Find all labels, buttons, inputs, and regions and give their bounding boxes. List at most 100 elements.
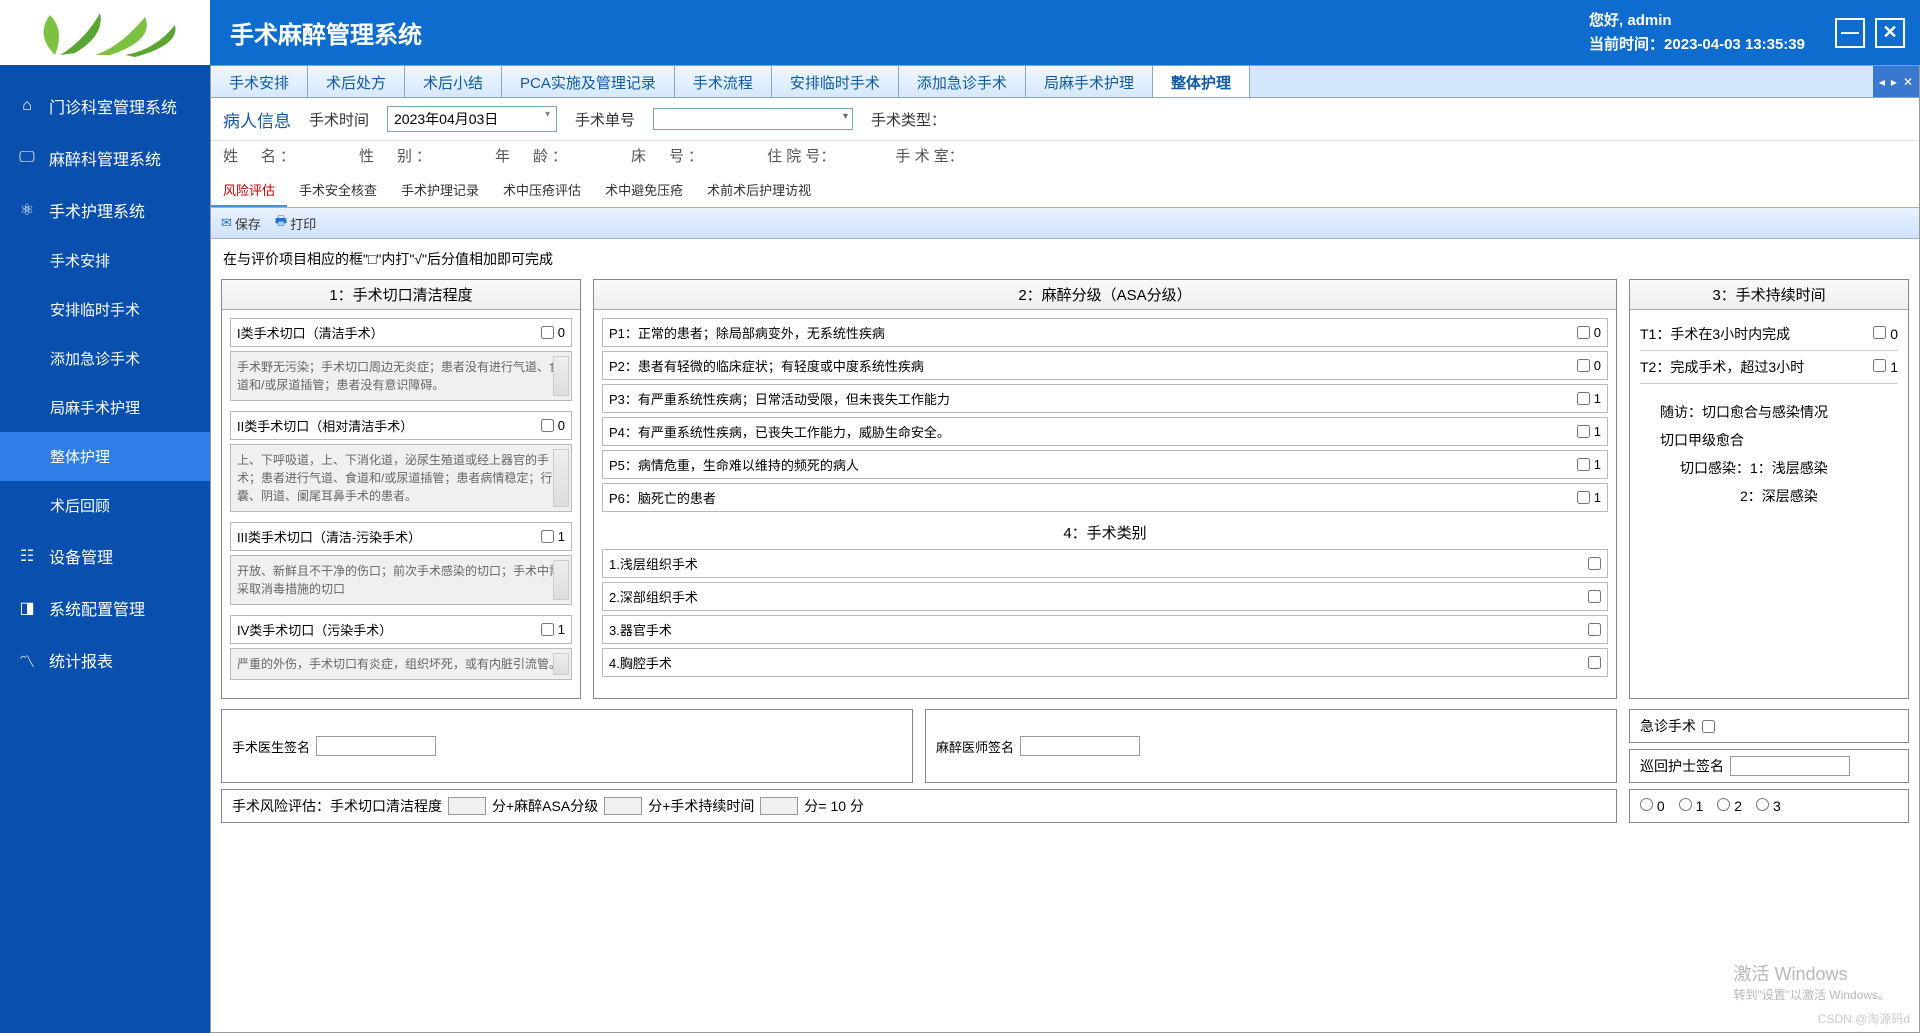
subtab-avoid[interactable]: 术中避免压疮: [593, 174, 695, 207]
subtab-risk[interactable]: 风险评估: [211, 174, 287, 207]
item-check[interactable]: [541, 419, 554, 432]
radio-2[interactable]: 2: [1717, 798, 1742, 814]
sidebar-sub-arrange[interactable]: 手术安排: [0, 236, 210, 285]
item-check[interactable]: [1588, 590, 1601, 603]
header-info: 您好, admin 当前时间：2023-04-03 13:35:39: [1589, 9, 1835, 57]
t1-check[interactable]: [1873, 326, 1886, 339]
bed-label: 床 号：: [631, 145, 707, 166]
subtab-ulcer[interactable]: 术中压疮评估: [491, 174, 593, 207]
tab-next-icon[interactable]: ▸: [1891, 75, 1897, 89]
item-check[interactable]: [1588, 557, 1601, 570]
sidebar-item-config[interactable]: ◨系统配置管理: [0, 582, 210, 634]
tab-emerg[interactable]: 添加急诊手术: [899, 66, 1026, 97]
panel-asa: 2：麻醉分级（ASA分级） P1：正常的患者；除局部病变外，无系统性疾病 0P2…: [593, 279, 1617, 699]
item-check[interactable]: [1577, 458, 1590, 471]
tab-close-icon[interactable]: ✕: [1903, 75, 1913, 89]
save-button[interactable]: ✉保存: [221, 212, 261, 234]
item-check[interactable]: [1577, 491, 1590, 504]
item-check[interactable]: [541, 623, 554, 636]
sum-p1: 分+麻醉ASA分级: [492, 796, 598, 816]
tab-summary[interactable]: 术后小结: [405, 66, 502, 97]
radio-3[interactable]: 3: [1756, 798, 1781, 814]
item-check[interactable]: [1588, 656, 1601, 669]
sidebar: ⌂门诊科室管理系统 🖵麻醉科管理系统 ⚛手术护理系统 手术安排 安排临时手术 添…: [0, 65, 210, 1033]
subtab-visit[interactable]: 术前术后护理访视: [695, 174, 823, 207]
t2-check[interactable]: [1873, 359, 1886, 372]
close-button[interactable]: ✕: [1875, 18, 1905, 48]
item-check[interactable]: [541, 530, 554, 543]
tab-prev-icon[interactable]: ◂: [1879, 75, 1885, 89]
side-label: 麻醉科管理系统: [49, 146, 161, 170]
tab-flow[interactable]: 手术流程: [675, 66, 772, 97]
radio-1[interactable]: 1: [1679, 798, 1704, 814]
sidebar-sub-local[interactable]: 局麻手术护理: [0, 383, 210, 432]
op-no-input[interactable]: [653, 108, 853, 130]
tab-local[interactable]: 局麻手术护理: [1026, 66, 1153, 97]
subtabs: 风险评估 手术安全核查 手术护理记录 术中压疮评估 术中避免压疮 术前术后护理访…: [211, 174, 1919, 208]
surgeon-sig-box: 手术医生签名: [221, 709, 913, 783]
hint-text: 在与评价项目相应的框"□"内打"√"后分值相加即可完成: [211, 239, 1919, 279]
emergency-check[interactable]: [1702, 720, 1715, 733]
tab-pca[interactable]: PCA实施及管理记录: [502, 66, 675, 97]
tab-postrx[interactable]: 术后处方: [308, 66, 405, 97]
item-desc: 上、下呼吸道，上、下消化道，泌尿生殖道或经上器官的手术；患者进行气道、食道和/或…: [230, 444, 572, 512]
sidebar-item-anesthesia[interactable]: 🖵麻醉科管理系统: [0, 132, 210, 184]
tab-temp[interactable]: 安排临时手术: [772, 66, 899, 97]
item-check[interactable]: [1577, 425, 1590, 438]
radio-0[interactable]: 0: [1640, 798, 1665, 814]
sidebar-sub-emergency[interactable]: 添加急诊手术: [0, 334, 210, 383]
sidebar-item-device[interactable]: ☷设备管理: [0, 530, 210, 582]
sum-input-3[interactable]: [760, 797, 798, 815]
item-desc: 严重的外伤，手术切口有炎症，组织坏死，或有内脏引流管。: [230, 648, 572, 680]
side-label: 设备管理: [49, 544, 113, 568]
nurse-sig-input[interactable]: [1730, 756, 1850, 776]
op-no-label: 手术单号: [575, 109, 635, 130]
subtab-record[interactable]: 手术护理记录: [389, 174, 491, 207]
surgeon-sig-input[interactable]: [316, 736, 436, 756]
nodes-icon: ⚛: [15, 200, 39, 220]
sidebar-sub-review[interactable]: 术后回顾: [0, 481, 210, 530]
gender-label: 性 别：: [359, 145, 435, 166]
sidebar-item-outpatient[interactable]: ⌂门诊科室管理系统: [0, 80, 210, 132]
item-desc: 开放、新鲜且不干净的伤口；前次手术感染的切口；手术中需采取消毒措施的切口: [230, 555, 572, 605]
tab-overall[interactable]: 整体护理: [1153, 66, 1250, 97]
sidebar-item-nursing[interactable]: ⚛手术护理系统: [0, 184, 210, 236]
print-button[interactable]: 🖶打印: [275, 212, 316, 234]
op-time-label: 手术时间: [309, 109, 369, 130]
side-label: 门诊科室管理系统: [49, 94, 177, 118]
sum-input-1[interactable]: [448, 797, 486, 815]
item-check[interactable]: [1577, 326, 1590, 339]
tab-arrange[interactable]: 手术安排: [211, 66, 308, 97]
side-label: 系统配置管理: [49, 596, 145, 620]
emergency-label: 急诊手术: [1640, 716, 1696, 736]
item-check[interactable]: [1577, 392, 1590, 405]
asa-item: P3：有严重系统性疾病；日常活动受限，但未丧失工作能力 1: [602, 384, 1608, 413]
item-check[interactable]: [541, 326, 554, 339]
anes-sig-input[interactable]: [1020, 736, 1140, 756]
chart-icon: 〽: [15, 648, 39, 672]
cat-item: 1.浅层组织手术: [602, 549, 1608, 578]
sum-input-2[interactable]: [604, 797, 642, 815]
tab-scroll[interactable]: ◂ ▸ ✕: [1873, 66, 1919, 97]
op-time-input[interactable]: 2023年04月03日 ▾: [387, 106, 557, 132]
sidebar-item-stats[interactable]: 〽统计报表: [0, 634, 210, 686]
cat-item: 2.深部组织手术: [602, 582, 1608, 611]
surgeon-sig-label: 手术医生签名: [232, 737, 310, 756]
dropdown-icon: ▾: [545, 109, 550, 120]
followup-label: 随访：切口愈合与感染情况: [1640, 398, 1898, 426]
sum-p2: 分+手术持续时间: [648, 796, 754, 816]
asa-item: P6：脑死亡的患者 1: [602, 483, 1608, 512]
anes-sig-box: 麻醉医师签名: [925, 709, 1617, 783]
item-check[interactable]: [1577, 359, 1590, 372]
minimize-button[interactable]: —: [1835, 18, 1865, 48]
subtab-safety[interactable]: 手术安全核查: [287, 174, 389, 207]
sidebar-sub-overall[interactable]: 整体护理: [0, 432, 210, 481]
summary-label: 手术风险评估：手术切口清洁程度: [232, 796, 442, 816]
item-check[interactable]: [1588, 623, 1601, 636]
sidebar-sub-temp[interactable]: 安排临时手术: [0, 285, 210, 334]
op-time-value: 2023年04月03日: [394, 111, 498, 127]
print-label: 打印: [290, 214, 316, 233]
asa-item: P5：病情危重，生命难以维持的频死的病人 1: [602, 450, 1608, 479]
asa-item: P2：患者有轻微的临床症状；有轻度或中度系统性疾病 0: [602, 351, 1608, 380]
room-label: 手 术 室：: [895, 145, 963, 166]
